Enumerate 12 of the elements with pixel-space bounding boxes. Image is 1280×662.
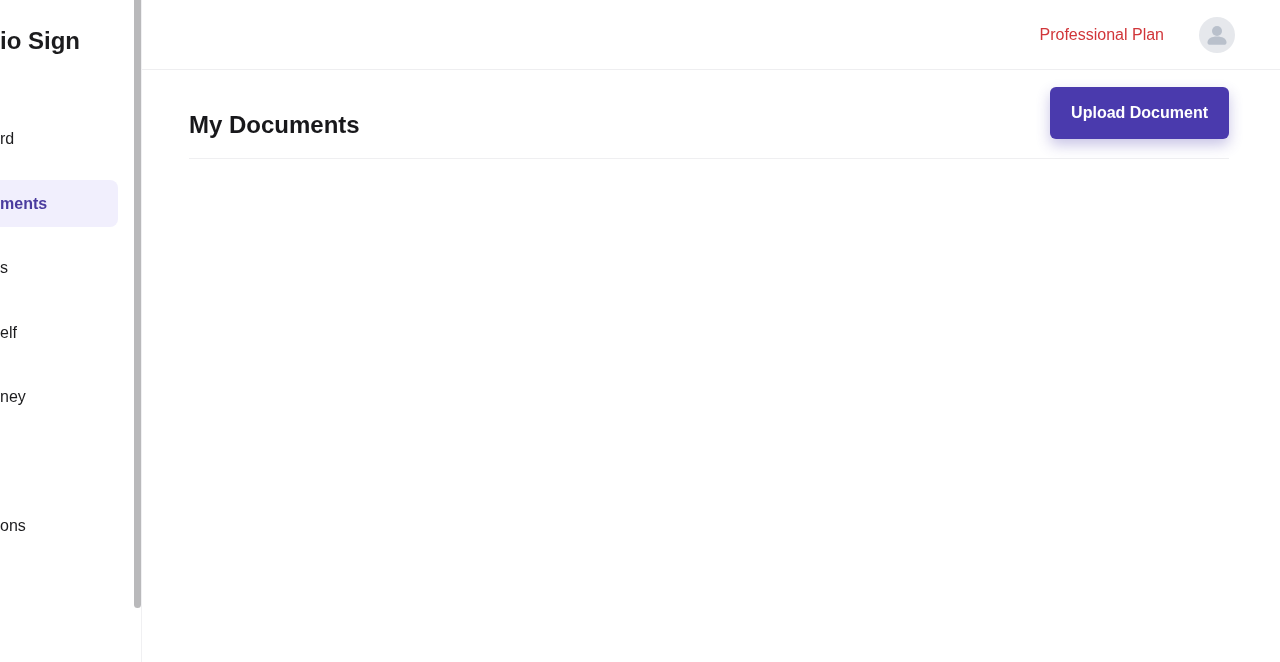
sidebar-nav-item[interactable]: rd	[0, 115, 118, 163]
page-title: My Documents	[189, 110, 360, 140]
sidebar-nav-item[interactable]: ons	[0, 502, 118, 550]
sidebar-nav-item[interactable]: ments	[0, 180, 118, 227]
plan-label: Professional Plan	[1039, 24, 1164, 45]
sidebar-nav-item[interactable]: elf	[0, 309, 118, 356]
upload-document-button[interactable]: Upload Document	[1050, 87, 1229, 139]
user-avatar-icon[interactable]	[1199, 16, 1235, 53]
sidebar-nav-item[interactable]: s	[0, 244, 118, 292]
app-logo-text: io Sign	[0, 26, 80, 56]
scrollbar-thumb[interactable]	[134, 0, 141, 608]
sidebar-nav-item[interactable]: ney	[0, 373, 118, 421]
